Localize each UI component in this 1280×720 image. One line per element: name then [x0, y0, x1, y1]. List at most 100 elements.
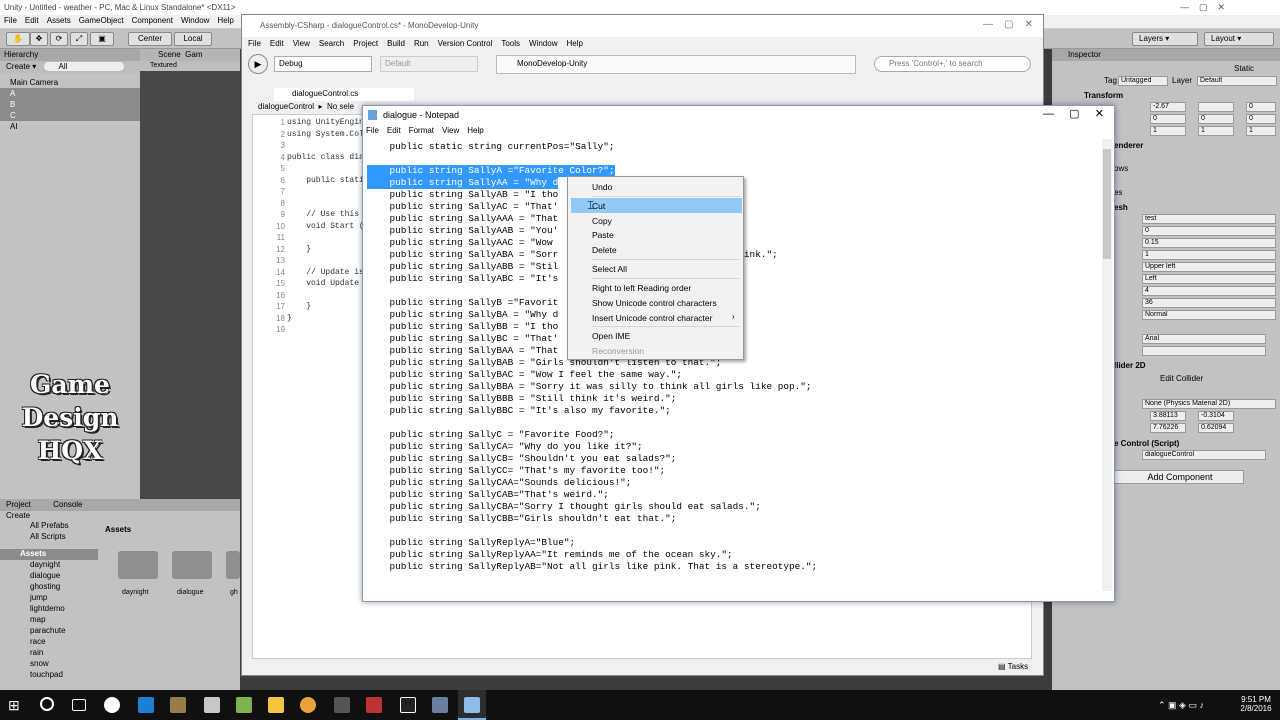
breadcrumb-member[interactable]: No sele: [327, 102, 354, 111]
collider-header[interactable]: llider 2D: [1114, 361, 1146, 370]
np-menu-view[interactable]: View: [442, 126, 459, 135]
text-mesh-header[interactable]: esh: [1114, 203, 1128, 212]
menu-window[interactable]: Window: [177, 15, 213, 25]
notepad-scrollbar[interactable]: [1102, 139, 1112, 591]
pos-x-field[interactable]: -2.67: [1150, 102, 1186, 112]
scene-tab[interactable]: Scene Gam: [140, 49, 240, 61]
renderer-header[interactable]: enderer: [1114, 141, 1143, 150]
folder-icon[interactable]: [118, 551, 158, 579]
pivot-center-button[interactable]: Center: [128, 32, 172, 46]
console-tab[interactable]: Console: [53, 500, 82, 509]
notepad-taskbar-button[interactable]: [458, 690, 486, 720]
assets-root[interactable]: Assets: [0, 549, 98, 560]
font-style-dropdown[interactable]: Normal: [1142, 310, 1276, 320]
hierarchy-item-ai[interactable]: AI: [0, 121, 140, 132]
monodevelop-icon[interactable]: [432, 697, 448, 713]
size-y-field[interactable]: 0.62094: [1198, 423, 1234, 433]
menu-edit[interactable]: Edit: [21, 15, 43, 25]
np-menu-help[interactable]: Help: [467, 126, 483, 135]
layer-dropdown[interactable]: Default: [1197, 76, 1277, 86]
md-menu-project[interactable]: Project: [353, 39, 378, 48]
monodevelop-window-controls[interactable]: — ▢ ✕: [983, 19, 1033, 30]
pos-z-field[interactable]: 0: [1246, 102, 1276, 112]
offset-x-field[interactable]: 3.88113: [1150, 411, 1186, 421]
folder-rain[interactable]: rain: [0, 648, 240, 659]
character-size-field[interactable]: 0.15: [1142, 238, 1276, 248]
md-menu-build[interactable]: Build: [387, 39, 405, 48]
ctx-select-all[interactable]: Select All: [571, 261, 742, 276]
hierarchy-item-b[interactable]: B: [0, 99, 140, 110]
md-menu-window[interactable]: Window: [529, 39, 557, 48]
folder-ghosting[interactable]: ghosting: [0, 582, 240, 593]
folder-map[interactable]: map: [0, 615, 240, 626]
search-input[interactable]: Press 'Control+,' to search: [874, 56, 1031, 72]
np-menu-edit[interactable]: Edit: [387, 126, 401, 135]
add-component-button[interactable]: Add Component: [1114, 470, 1244, 484]
breadcrumb-class[interactable]: dialogueControl: [258, 102, 314, 111]
chrome-icon[interactable]: [104, 697, 120, 713]
hierarchy-item-c[interactable]: C: [0, 110, 140, 121]
menu-file[interactable]: File: [0, 15, 21, 25]
anchor-dropdown[interactable]: Upper left: [1142, 262, 1276, 272]
hierarchy-create-button[interactable]: Create: [6, 62, 30, 71]
hierarchy-tab[interactable]: Hierarchy: [0, 49, 140, 61]
folder-race[interactable]: race: [0, 637, 240, 648]
line-spacing-field[interactable]: 1: [1142, 250, 1276, 260]
move-tool-icon[interactable]: ✥: [30, 32, 48, 46]
inspector-tab[interactable]: Inspector: [1052, 49, 1280, 61]
tasks-button[interactable]: ▤ Tasks: [998, 662, 1028, 671]
app-icon[interactable]: [300, 697, 316, 713]
folder-icon[interactable]: [172, 551, 212, 579]
clock[interactable]: 9:51 PM 2/8/2016: [1236, 695, 1276, 713]
pos-y-field[interactable]: [1198, 102, 1234, 112]
tab-size-field[interactable]: 4: [1142, 286, 1276, 296]
rot-x-field[interactable]: 0: [1150, 114, 1186, 124]
rotate-tool-icon[interactable]: ⟳: [50, 32, 68, 46]
np-menu-file[interactable]: File: [366, 126, 379, 135]
folder-parachute[interactable]: parachute: [0, 626, 240, 637]
ctx-paste[interactable]: Paste: [571, 227, 742, 242]
md-menu-file[interactable]: File: [248, 39, 261, 48]
md-menu-edit[interactable]: Edit: [270, 39, 284, 48]
tag-dropdown[interactable]: Untagged: [1118, 76, 1168, 86]
folder-snow[interactable]: snow: [0, 659, 240, 670]
hand-tool-icon[interactable]: ✋: [6, 32, 30, 46]
app-icon[interactable]: [170, 697, 186, 713]
hierarchy-item-main-camera[interactable]: Main Camera: [0, 77, 140, 88]
font-field[interactable]: Arial: [1142, 334, 1266, 344]
ctx-open-ime[interactable]: Open IME: [571, 328, 742, 343]
tray-icons[interactable]: ⌃ ▣ ◈ ▭ ♪: [1158, 700, 1204, 711]
physics-material-field[interactable]: None (Physics Material 2D): [1142, 399, 1276, 409]
scale-y-field[interactable]: 1: [1198, 126, 1234, 136]
md-menu-version-control[interactable]: Version Control: [438, 39, 493, 48]
project-tab[interactable]: Project: [6, 500, 31, 509]
config-dropdown[interactable]: Debug: [274, 56, 372, 72]
font-size-field[interactable]: 36: [1142, 298, 1276, 308]
ctx-cut[interactable]: Cut: [571, 198, 742, 213]
app-icon[interactable]: [334, 697, 350, 713]
platform-dropdown[interactable]: Default: [380, 56, 478, 72]
assets-breadcrumb[interactable]: Assets: [105, 525, 131, 534]
static-checkbox[interactable]: Static: [1234, 64, 1254, 74]
alignment-dropdown[interactable]: Left: [1142, 274, 1276, 284]
scale-x-field[interactable]: 1: [1150, 126, 1186, 136]
menu-gameobject[interactable]: GameObject: [75, 15, 128, 25]
scale-tool-icon[interactable]: ⤢: [70, 32, 88, 46]
app-icon[interactable]: [236, 697, 252, 713]
scale-z-field[interactable]: 1: [1246, 126, 1276, 136]
grid-folder-dialogue[interactable]: dialogue: [177, 589, 203, 596]
notepad-window-controls[interactable]: — ▢ ✕: [1043, 107, 1104, 120]
text-field[interactable]: test: [1142, 214, 1276, 224]
md-menu-view[interactable]: View: [293, 39, 310, 48]
ctx-undo[interactable]: Undo: [571, 179, 742, 194]
folder-lightdemo[interactable]: lightdemo: [0, 604, 240, 615]
md-menu-search[interactable]: Search: [319, 39, 344, 48]
ctx-rtl-reading-order[interactable]: Right to left Reading order: [571, 280, 742, 295]
offset-z-field[interactable]: 0: [1142, 226, 1276, 236]
rot-y-field[interactable]: 0: [1198, 114, 1234, 124]
folder-icon[interactable]: [226, 551, 240, 579]
hierarchy-item-a[interactable]: A: [0, 88, 140, 99]
editor-tab[interactable]: dialogueControl.cs: [274, 88, 414, 101]
file-explorer-icon[interactable]: [268, 697, 284, 713]
pivot-local-button[interactable]: Local: [174, 32, 212, 46]
